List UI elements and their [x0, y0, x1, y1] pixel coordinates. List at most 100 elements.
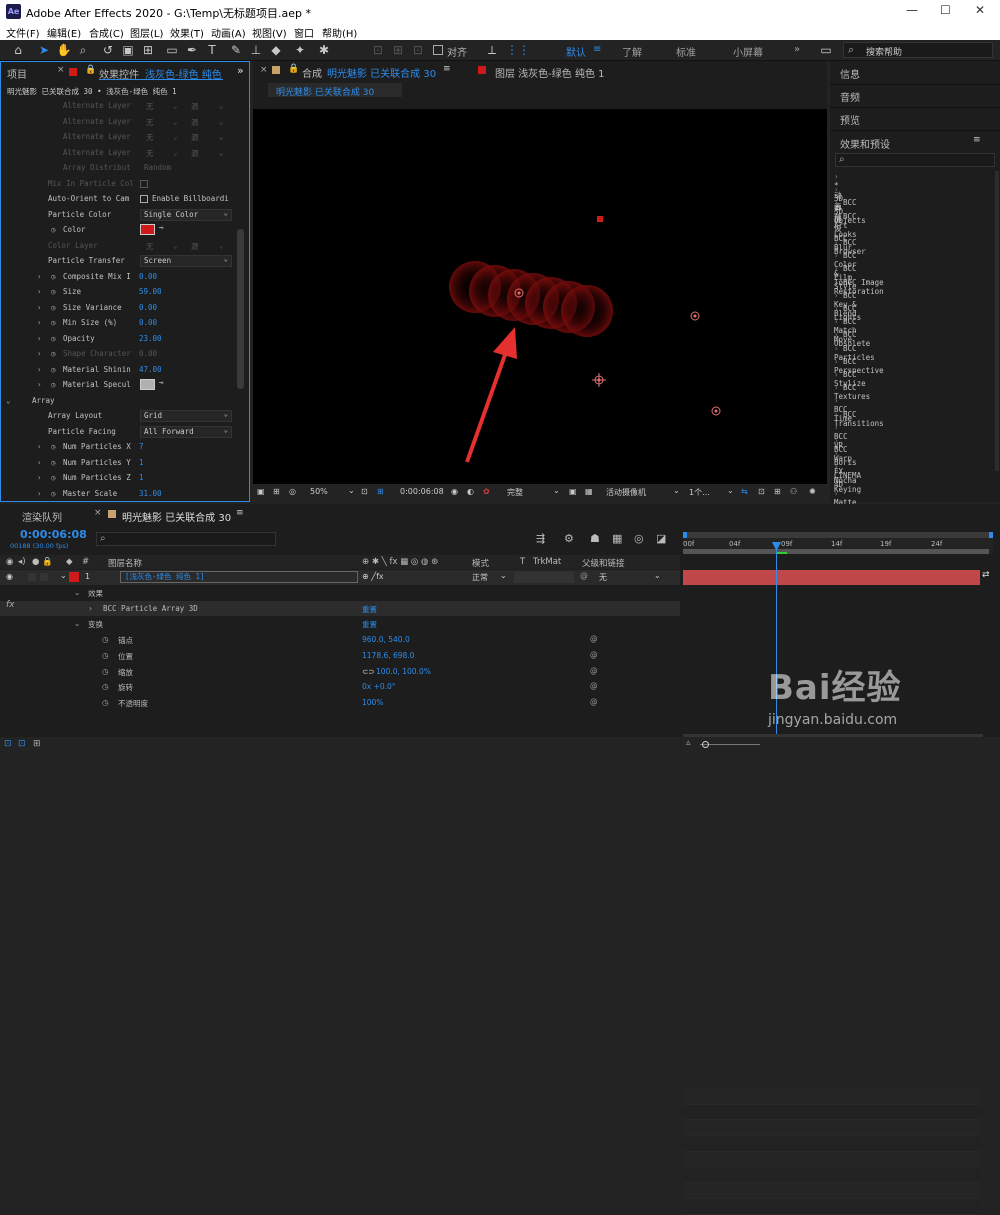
preview-panel-tab[interactable]: 预览 [840, 112, 860, 127]
menu-effect[interactable]: 效果(T) [170, 25, 204, 40]
stopwatch-icon[interactable]: ◷ [51, 303, 56, 312]
chevron-right-icon[interactable]: ⌄ [6, 396, 11, 405]
property-track[interactable] [683, 1089, 980, 1105]
effect-category-item[interactable]: › BCC Browser [834, 238, 866, 256]
effect-property-row[interactable]: › ◷ Master Scale 31.00 [1, 486, 236, 502]
clone-stamp-tool-icon[interactable]: ⊥ [248, 42, 264, 58]
chevron-right-icon[interactable]: › [37, 303, 42, 312]
timeline-property-row[interactable]: ◷ 锚点 960.0, 540.0 @ [0, 632, 680, 648]
property-dropdown[interactable]: Grid [140, 409, 232, 422]
property-track[interactable] [683, 1167, 980, 1184]
mask-icon[interactable]: ⊞ [273, 487, 280, 496]
snap-grid-icon[interactable]: ⋮⋮ [506, 42, 530, 58]
effect-property-row[interactable]: Mix In Particle Col [1, 176, 236, 192]
property-value[interactable]: 7 [139, 442, 144, 451]
eyedropper-icon[interactable]: ⊸ [159, 223, 164, 232]
chevron-right-icon[interactable]: › [37, 349, 42, 358]
property-value[interactable]: 0x +0.0° [362, 682, 396, 691]
chevron-right-icon[interactable]: › [89, 604, 92, 613]
effect-category-item[interactable]: › BCC Key & Blend [834, 291, 857, 318]
chevron-down-icon[interactable]: ⌄ [74, 588, 80, 597]
stopwatch-icon[interactable]: ◷ [51, 287, 56, 296]
property-value[interactable]: 31.00 [139, 489, 162, 498]
stopwatch-icon[interactable]: ◷ [102, 667, 109, 676]
effects-scrollbar[interactable] [995, 171, 999, 471]
effect-category-item[interactable]: › BCC Color & Tone [834, 251, 857, 287]
property-value[interactable]: 59.00 [139, 287, 162, 296]
property-value[interactable]: 0.00 [139, 349, 157, 358]
roto-brush-tool-icon[interactable]: ✦ [292, 42, 308, 58]
effect-property-row[interactable]: › ◷ Min Size (%) 0.00 [1, 315, 236, 331]
property-dropdown[interactable]: Screen [140, 254, 232, 267]
brush-tool-icon[interactable]: ✎ [228, 42, 244, 58]
effect-category-item[interactable]: › BCC Art Looks [834, 212, 857, 239]
views-dropdown[interactable]: 1个... [689, 487, 710, 498]
effect-property-row[interactable]: › ◷ Composite Mix I 0.00 [1, 269, 236, 285]
minimize-button[interactable]: — [906, 3, 918, 17]
property-value[interactable]: 100% [362, 698, 383, 707]
timeline-property-row[interactable]: ◷ 缩放 ⊂⊃ 100.0, 100.0% @ [0, 664, 680, 680]
toggle-timing-icon[interactable]: ⊞ [33, 739, 41, 749]
property-dropdown[interactable]: 无 [146, 241, 154, 252]
effect-category-item[interactable]: › BCC Textures [834, 383, 870, 401]
col-layer-name[interactable]: 图层名称 [108, 557, 142, 569]
snap-checkbox[interactable] [433, 45, 443, 55]
effect-property-row[interactable]: Alternate Layer 无 ⌄ 源 ⌄ [1, 98, 236, 114]
effect-property-row[interactable]: › ◷ Num Particles Z 1 [1, 470, 236, 486]
layer-label-color[interactable] [69, 572, 79, 582]
timeline-scrollbar[interactable] [683, 734, 983, 737]
property-dropdown[interactable]: Single Color [140, 208, 232, 221]
pickwhip-icon[interactable]: @ [590, 681, 598, 690]
hand-tool-icon[interactable]: ✋ [56, 42, 72, 58]
pickwhip-icon[interactable]: @ [590, 634, 598, 643]
layer-duration-bar[interactable] [683, 570, 980, 585]
close-tab-icon[interactable]: × [260, 65, 268, 75]
effect-property-row[interactable]: Array Distribut Random [1, 160, 236, 176]
menu-composition[interactable]: 合成(C) [89, 25, 124, 40]
tab-comp-prefix[interactable]: 合成 [302, 65, 322, 80]
effect-property-row[interactable]: Auto-Orient to Cam Enable Billboardi [1, 191, 236, 207]
property-checkbox[interactable] [140, 195, 148, 203]
menu-layer[interactable]: 图层(L) [130, 25, 163, 40]
chevron-right-icon[interactable]: › [37, 380, 42, 389]
chevron-right-icon[interactable]: › [37, 442, 42, 451]
tab-layer[interactable]: 图层 浅灰色-绿色 纯色 1 [495, 65, 605, 80]
effect-property-row[interactable]: Alternate Layer 无 ⌄ 源 ⌄ [1, 145, 236, 161]
panel-scrollbar[interactable] [237, 229, 244, 389]
layer-switches[interactable]: ⊕ ╱fx [362, 572, 384, 581]
effect-category-item[interactable]: › BCC Warp [834, 436, 852, 463]
effect-category-item[interactable]: › BCC Time [834, 396, 852, 423]
stopwatch-icon[interactable]: ◷ [51, 442, 56, 451]
property-value[interactable]: 重置 [362, 604, 377, 615]
frame-icon[interactable]: ⊡ [361, 487, 368, 496]
share-icon[interactable]: ▭ [818, 42, 834, 58]
chevron-right-icon[interactable]: › [37, 458, 42, 467]
effect-category-item[interactable]: › BCC Stylize [834, 370, 866, 388]
audio-panel-tab[interactable]: 音频 [840, 89, 860, 104]
visibility-icon[interactable]: ◉ [6, 557, 13, 567]
effect-category-item[interactable]: › BCC Transitions [834, 410, 884, 428]
close-tab-icon[interactable]: × [57, 65, 65, 75]
lock-icon[interactable]: 🔒 [288, 64, 299, 74]
menu-edit[interactable]: 编辑(E) [47, 25, 81, 40]
effect-category-item[interactable]: › 3D 声道 [834, 185, 843, 224]
graph-editor-icon[interactable]: ◪ [656, 532, 666, 545]
chevron-right-icon[interactable]: › [37, 473, 42, 482]
label-icon[interactable]: ◆ [66, 557, 73, 567]
effect-category-item[interactable]: › Keying [834, 476, 861, 494]
effect-category-item[interactable]: › BCC Obsolete [834, 330, 870, 348]
tab-timeline-comp[interactable]: 明光魅影 已关联合成 30 [122, 509, 231, 524]
pickwhip-icon[interactable]: @ [580, 571, 588, 580]
chevron-down-icon[interactable]: ⌄ [60, 571, 67, 580]
parent-dropdown[interactable]: 无 [599, 572, 607, 583]
workspace-overflow-icon[interactable]: » [794, 44, 800, 55]
effect-property-row[interactable]: › ◷ Size 59.00 [1, 284, 236, 300]
stopwatch-icon[interactable]: ◷ [102, 651, 109, 660]
property-dropdown[interactable]: 无 [146, 132, 154, 143]
effect-property-row[interactable]: › ◷ Shape Character 0.00 [1, 346, 236, 362]
show-snapshot-icon[interactable]: ◐ [467, 487, 474, 496]
effect-category-item[interactable]: › BCC Particles [834, 344, 875, 362]
effect-property-row[interactable]: ◷ Color ⊸ [1, 222, 236, 238]
property-value[interactable]: 100.0, 100.0% [376, 667, 431, 676]
viewer-timecode[interactable]: 0:00:06:08 [400, 487, 444, 496]
